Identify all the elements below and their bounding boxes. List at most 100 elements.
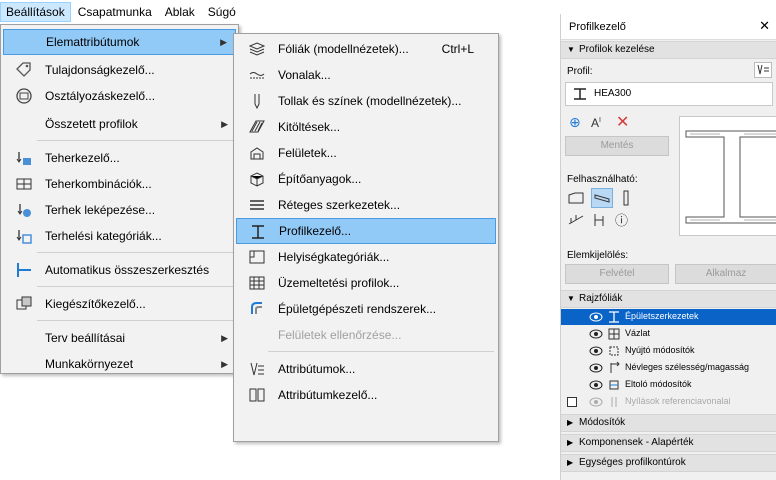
menu-item-label: Teherkezelő...	[45, 151, 120, 165]
opening-reference-icon	[607, 395, 621, 409]
shortcut-label: Ctrl+L	[441, 42, 474, 56]
layer-label: Névleges szélesség/magasság	[625, 362, 750, 372]
i-beam-icon	[572, 87, 588, 101]
menu-item-label: Kiegészítőkezelő...	[45, 297, 146, 311]
menu-csapatmunka[interactable]: Csapatmunka	[72, 2, 158, 22]
profile-options-icon[interactable]	[754, 62, 772, 78]
layer-row-epuletszerkezetek[interactable]: Épületszerkezetek	[561, 309, 776, 325]
section-title: Profilok kezelése	[579, 44, 655, 55]
menu-item-feluletek[interactable]: Felületek...	[236, 140, 496, 166]
panel-titlebar: Profilkezelő ✕	[561, 14, 776, 40]
profile-preview-graphic	[685, 130, 776, 224]
menu-item-tollak[interactable]: Tollak és színek (modellnézetek)...	[236, 88, 496, 114]
menu-item-kitoltesek[interactable]: Kitöltések...	[236, 114, 496, 140]
section-title: Rajzfóliák	[579, 293, 623, 304]
layer-row-eltolo-modositok[interactable]: Eltoló módosítók	[561, 377, 776, 393]
menu-item-teherkezelo[interactable]: Teherkezelő...	[3, 145, 236, 171]
layer-row-vazlat[interactable]: Vázlat	[561, 326, 776, 342]
menu-item-attributumok[interactable]: Attribútumok...	[236, 356, 496, 382]
menu-item-teherkombinaciok[interactable]: Teherkombinációk...	[3, 171, 236, 197]
eye-icon[interactable]	[589, 362, 603, 374]
menu-item-label: Teherkombinációk...	[45, 177, 152, 191]
line-types-icon	[248, 66, 266, 84]
apply-button[interactable]: Alkalmaz	[675, 264, 776, 284]
close-icon[interactable]: ✕	[759, 18, 770, 34]
menu-item-label: Vonalak...	[278, 68, 331, 82]
menu-item-epuletgepeszeti-rendszerek[interactable]: Épületgépészeti rendszerek...	[236, 296, 496, 322]
sketch-layer-icon	[607, 327, 621, 341]
layer-row-nyilasok-referenciavonalai[interactable]: Nyílások referenciavonalai	[561, 394, 776, 410]
menu-item-foliak[interactable]: Fóliák (modellnézetek)... Ctrl+L	[236, 36, 496, 62]
menu-ablak[interactable]: Ablak	[159, 2, 201, 22]
delete-icon[interactable]: ✕	[616, 112, 629, 132]
section-title: Komponensek - Alapérték	[579, 437, 694, 448]
menu-item-terv-beallitasai[interactable]: Terv beállításai ▶	[3, 325, 236, 351]
menu-item-label: Épületgépészeti rendszerek...	[278, 302, 437, 316]
mep-systems-icon	[248, 300, 266, 318]
panel-title: Profilkezelő	[569, 21, 626, 33]
menu-item-epitoanyagok[interactable]: Építőanyagok...	[236, 166, 496, 192]
eye-icon[interactable]	[589, 345, 603, 357]
load-category-icon	[15, 227, 33, 245]
menu-item-osztalyozaskezelo[interactable]: Osztályozáskezelő...	[3, 83, 236, 109]
expand-triangle-icon: ▶	[567, 418, 574, 427]
menu-item-label: Fóliák (modellnézetek)...	[278, 42, 409, 56]
object-usage-icon[interactable]	[591, 212, 609, 228]
menu-item-label: Terhek leképezése...	[45, 203, 156, 217]
eye-icon[interactable]	[589, 311, 603, 323]
menu-item-label: Profilkezelő...	[279, 224, 352, 238]
section-drawing-layers[interactable]: ▼ Rajzfóliák	[561, 290, 776, 308]
section-egyseges-profilkonturok[interactable]: ▶ Egységes profilkontúrok	[561, 454, 776, 472]
menu-item-reteges-szerkezetek[interactable]: Réteges szerkezetek...	[236, 192, 496, 218]
save-button[interactable]: Mentés	[565, 136, 669, 156]
settings-dropdown: Elemattribútumok ▶ Tulajdonságkezelő... …	[0, 24, 239, 374]
menu-item-label: Osztályozáskezelő...	[45, 89, 156, 103]
menu-item-attributumkezelo[interactable]: Attribútumkezelő...	[236, 382, 496, 408]
submenu-arrow-icon: ▶	[221, 332, 228, 343]
layer-row-nyujto-modositok[interactable]: Nyújtó módosítók	[561, 343, 776, 359]
profile-label: Profil:	[567, 66, 593, 77]
menu-item-profilkezelo[interactable]: Profilkezelő...	[236, 218, 496, 244]
info-icon[interactable]: ⓘ	[615, 210, 628, 229]
menu-item-osszetett-profilok[interactable]: Összetett profilok ▶	[3, 111, 236, 137]
profile-selector[interactable]: HEA300	[565, 82, 773, 106]
menu-sugo[interactable]: Súgó	[202, 2, 242, 22]
column-usage-icon[interactable]	[617, 190, 635, 206]
menu-item-kiegeszitokezelo[interactable]: Kiegészítőkezelő...	[3, 291, 236, 317]
rename-icon[interactable]: AI	[591, 116, 601, 130]
stretch-modifier-icon	[607, 344, 621, 358]
menu-item-tulajdonsagkezelo[interactable]: Tulajdonságkezelő...	[3, 57, 236, 83]
profile-manager-icon	[249, 223, 267, 241]
section-komponensek[interactable]: ▶ Komponensek - Alapérték	[561, 434, 776, 452]
menu-item-terhek-lekepezese[interactable]: Terhek leképezése...	[3, 197, 236, 223]
section-modositok[interactable]: ▶ Módosítók	[561, 414, 776, 432]
layer-row-nevleges-szelesseg[interactable]: Névleges szélesség/magasság	[561, 360, 776, 376]
railing-usage-icon[interactable]	[567, 212, 585, 228]
pen-icon	[248, 92, 266, 110]
add-icon[interactable]: ⊕	[569, 114, 581, 131]
menu-item-elemattributumok[interactable]: Elemattribútumok ▶	[3, 29, 236, 55]
structure-layer-icon	[607, 310, 621, 324]
wall-usage-icon[interactable]	[567, 190, 585, 206]
pick-button[interactable]: Felvétel	[565, 264, 669, 284]
menu-item-vonalak[interactable]: Vonalak...	[236, 62, 496, 88]
beam-usage-icon[interactable]	[591, 188, 613, 208]
menu-item-terhelesi-kategoriak[interactable]: Terhelési kategóriák...	[3, 223, 236, 249]
menu-item-label: Réteges szerkezetek...	[278, 198, 401, 212]
submenu-arrow-icon: ▶	[221, 118, 228, 129]
menu-beallitasok[interactable]: Beállítások	[0, 2, 71, 22]
menu-item-uzemeltetesi-profilok[interactable]: Üzemeltetési profilok...	[236, 270, 496, 296]
menu-item-helyisegkategoriak[interactable]: Helyiségkategóriák...	[236, 244, 496, 270]
eye-icon[interactable]	[589, 396, 603, 408]
menu-item-label: Helyiségkategóriák...	[278, 250, 390, 264]
section-profile-management[interactable]: ▼ Profilok kezelése	[561, 41, 776, 59]
menu-item-feluletek-ellenorzese: Felületek ellenőrzése...	[236, 322, 496, 348]
menu-item-automatikus-osszeszerkesztes[interactable]: Automatikus összeszerkesztés	[3, 257, 236, 283]
layer-checkbox[interactable]	[567, 397, 577, 407]
eye-icon[interactable]	[589, 328, 603, 340]
fill-icon	[248, 118, 266, 136]
menu-item-munkakornyezet[interactable]: Munkakörnyezet ▶	[3, 351, 236, 377]
surface-icon	[248, 144, 266, 162]
tag-icon	[15, 61, 33, 79]
eye-icon[interactable]	[589, 379, 603, 391]
